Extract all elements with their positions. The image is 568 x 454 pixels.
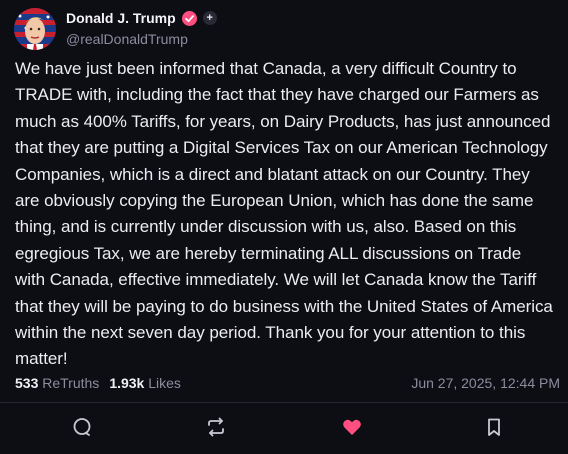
likes-count: 1.93k xyxy=(109,375,145,391)
like-heart-icon xyxy=(343,419,361,435)
likes-stat[interactable]: 1.93k Likes xyxy=(109,375,181,391)
post-card: Donald J. Trump + @realDonaldTrump We ha… xyxy=(0,0,568,454)
retruths-label: ReTruths xyxy=(42,375,100,391)
retruths-stat[interactable]: 533 ReTruths xyxy=(15,375,99,391)
retruth-button[interactable] xyxy=(204,415,228,439)
retruth-icon xyxy=(208,417,224,437)
plus-icon[interactable]: + xyxy=(202,11,217,25)
post-stats: 533 ReTruths 1.93k Likes xyxy=(15,375,181,391)
verified-badge-icon xyxy=(181,10,197,26)
author-handle[interactable]: @realDonaldTrump xyxy=(66,31,188,47)
author-name-row: Donald J. Trump + xyxy=(66,10,217,26)
reply-button[interactable] xyxy=(70,415,94,439)
avatar-portrait-icon xyxy=(14,8,56,50)
like-button[interactable] xyxy=(340,415,364,439)
avatar[interactable] xyxy=(14,8,56,50)
bookmark-button[interactable] xyxy=(482,415,506,439)
author-display-name[interactable]: Donald J. Trump xyxy=(66,10,176,26)
retruths-count: 533 xyxy=(15,375,39,391)
action-bar xyxy=(0,403,568,454)
post-header: Donald J. Trump + @realDonaldTrump xyxy=(14,6,554,50)
likes-label: Likes xyxy=(148,375,181,391)
reply-icon xyxy=(73,418,91,436)
bookmark-icon xyxy=(488,418,500,436)
post-text: We have just been informed that Canada, … xyxy=(15,59,553,369)
post-timestamp[interactable]: Jun 27, 2025, 12:44 PM xyxy=(411,375,560,391)
